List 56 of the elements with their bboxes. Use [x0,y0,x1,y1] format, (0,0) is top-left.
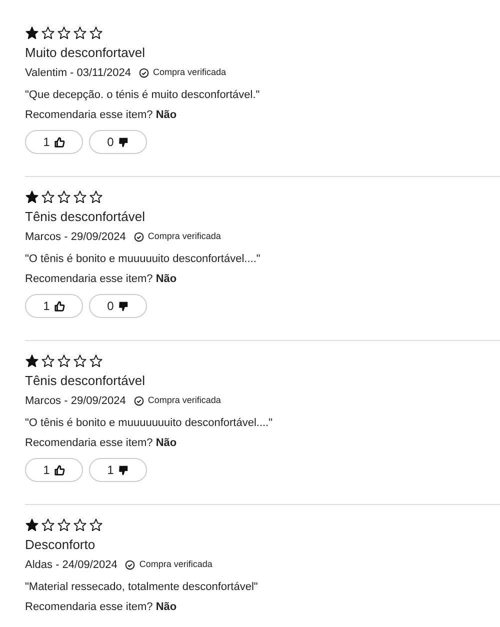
like-button[interactable]: 1 [25,294,83,318]
review-text: "O tênis é bonito e muuuuuuuito desconfortável...." [25,416,274,431]
empty-star-icon [57,354,71,368]
filled-star-icon [25,190,39,204]
empty-star-icon [57,26,71,40]
empty-star-icon [89,354,103,368]
dislike-button[interactable]: 0 [89,294,147,318]
review-title: Tênis desconfortável [25,208,146,226]
empty-star-icon [41,518,55,532]
empty-star-icon [73,354,87,368]
recommend-text: Recomendaria esse item? Não [25,600,178,615]
empty-star-icon [89,190,103,204]
thumbs-up-icon [54,136,65,148]
empty-star-icon [89,518,103,532]
empty-star-icon [73,26,87,40]
thumbs-down-icon [118,464,129,476]
review-author-date: Valentim - 03/11/2024 [25,66,131,81]
check-circle-icon [125,560,136,570]
review-author-date: Marcos - 29/09/2024 [25,230,126,245]
empty-star-icon [89,26,103,40]
recommend-text: Recomendaria esse item? Não [25,436,178,451]
like-button[interactable]: 1 [25,130,83,154]
filled-star-icon [25,354,39,368]
verified-purchase-label: Compra verificada [139,558,212,572]
review-title: Desconforto [25,536,96,554]
dislike-button[interactable]: 0 [89,130,147,154]
thumbs-down-icon [118,300,129,312]
like-button[interactable]: 1 [25,458,83,482]
review-title: Tênis desconfortável [25,372,146,390]
thumbs-down-icon [118,136,129,148]
verified-purchase-label: Compra verificada [148,230,221,244]
recommend-text: Recomendaria esse item? Não [25,108,178,123]
review-author-date: Aldas - 24/09/2024 [25,558,118,573]
empty-star-icon [57,518,71,532]
empty-star-icon [57,190,71,204]
dislike-button[interactable]: 1 [89,458,147,482]
check-circle-icon [139,68,149,78]
review-text: "O tênis é bonito e muuuuuito desconfortável...." [25,252,262,267]
empty-star-icon [73,518,87,532]
empty-star-icon [41,190,55,204]
review-text: "Que decepção. o ténis é muito desconfortável." [25,88,261,103]
filled-star-icon [25,26,39,40]
empty-star-icon [41,354,55,368]
review-title: Muito desconfortavel [25,44,146,62]
verified-purchase-label: Compra verificada [148,394,221,408]
filled-star-icon [25,518,39,532]
review-text: "Material ressecado, totalmente desconfortável" [25,580,259,595]
verified-purchase-label: Compra verificada [153,66,226,80]
review-author-date: Marcos - 29/09/2024 [25,394,126,409]
empty-star-icon [73,190,87,204]
recommend-text: Recomendaria esse item? Não [25,272,178,287]
thumbs-up-icon [54,464,65,476]
empty-star-icon [41,26,55,40]
check-circle-icon [134,232,144,242]
check-circle-icon [134,396,144,406]
thumbs-up-icon [54,300,65,312]
